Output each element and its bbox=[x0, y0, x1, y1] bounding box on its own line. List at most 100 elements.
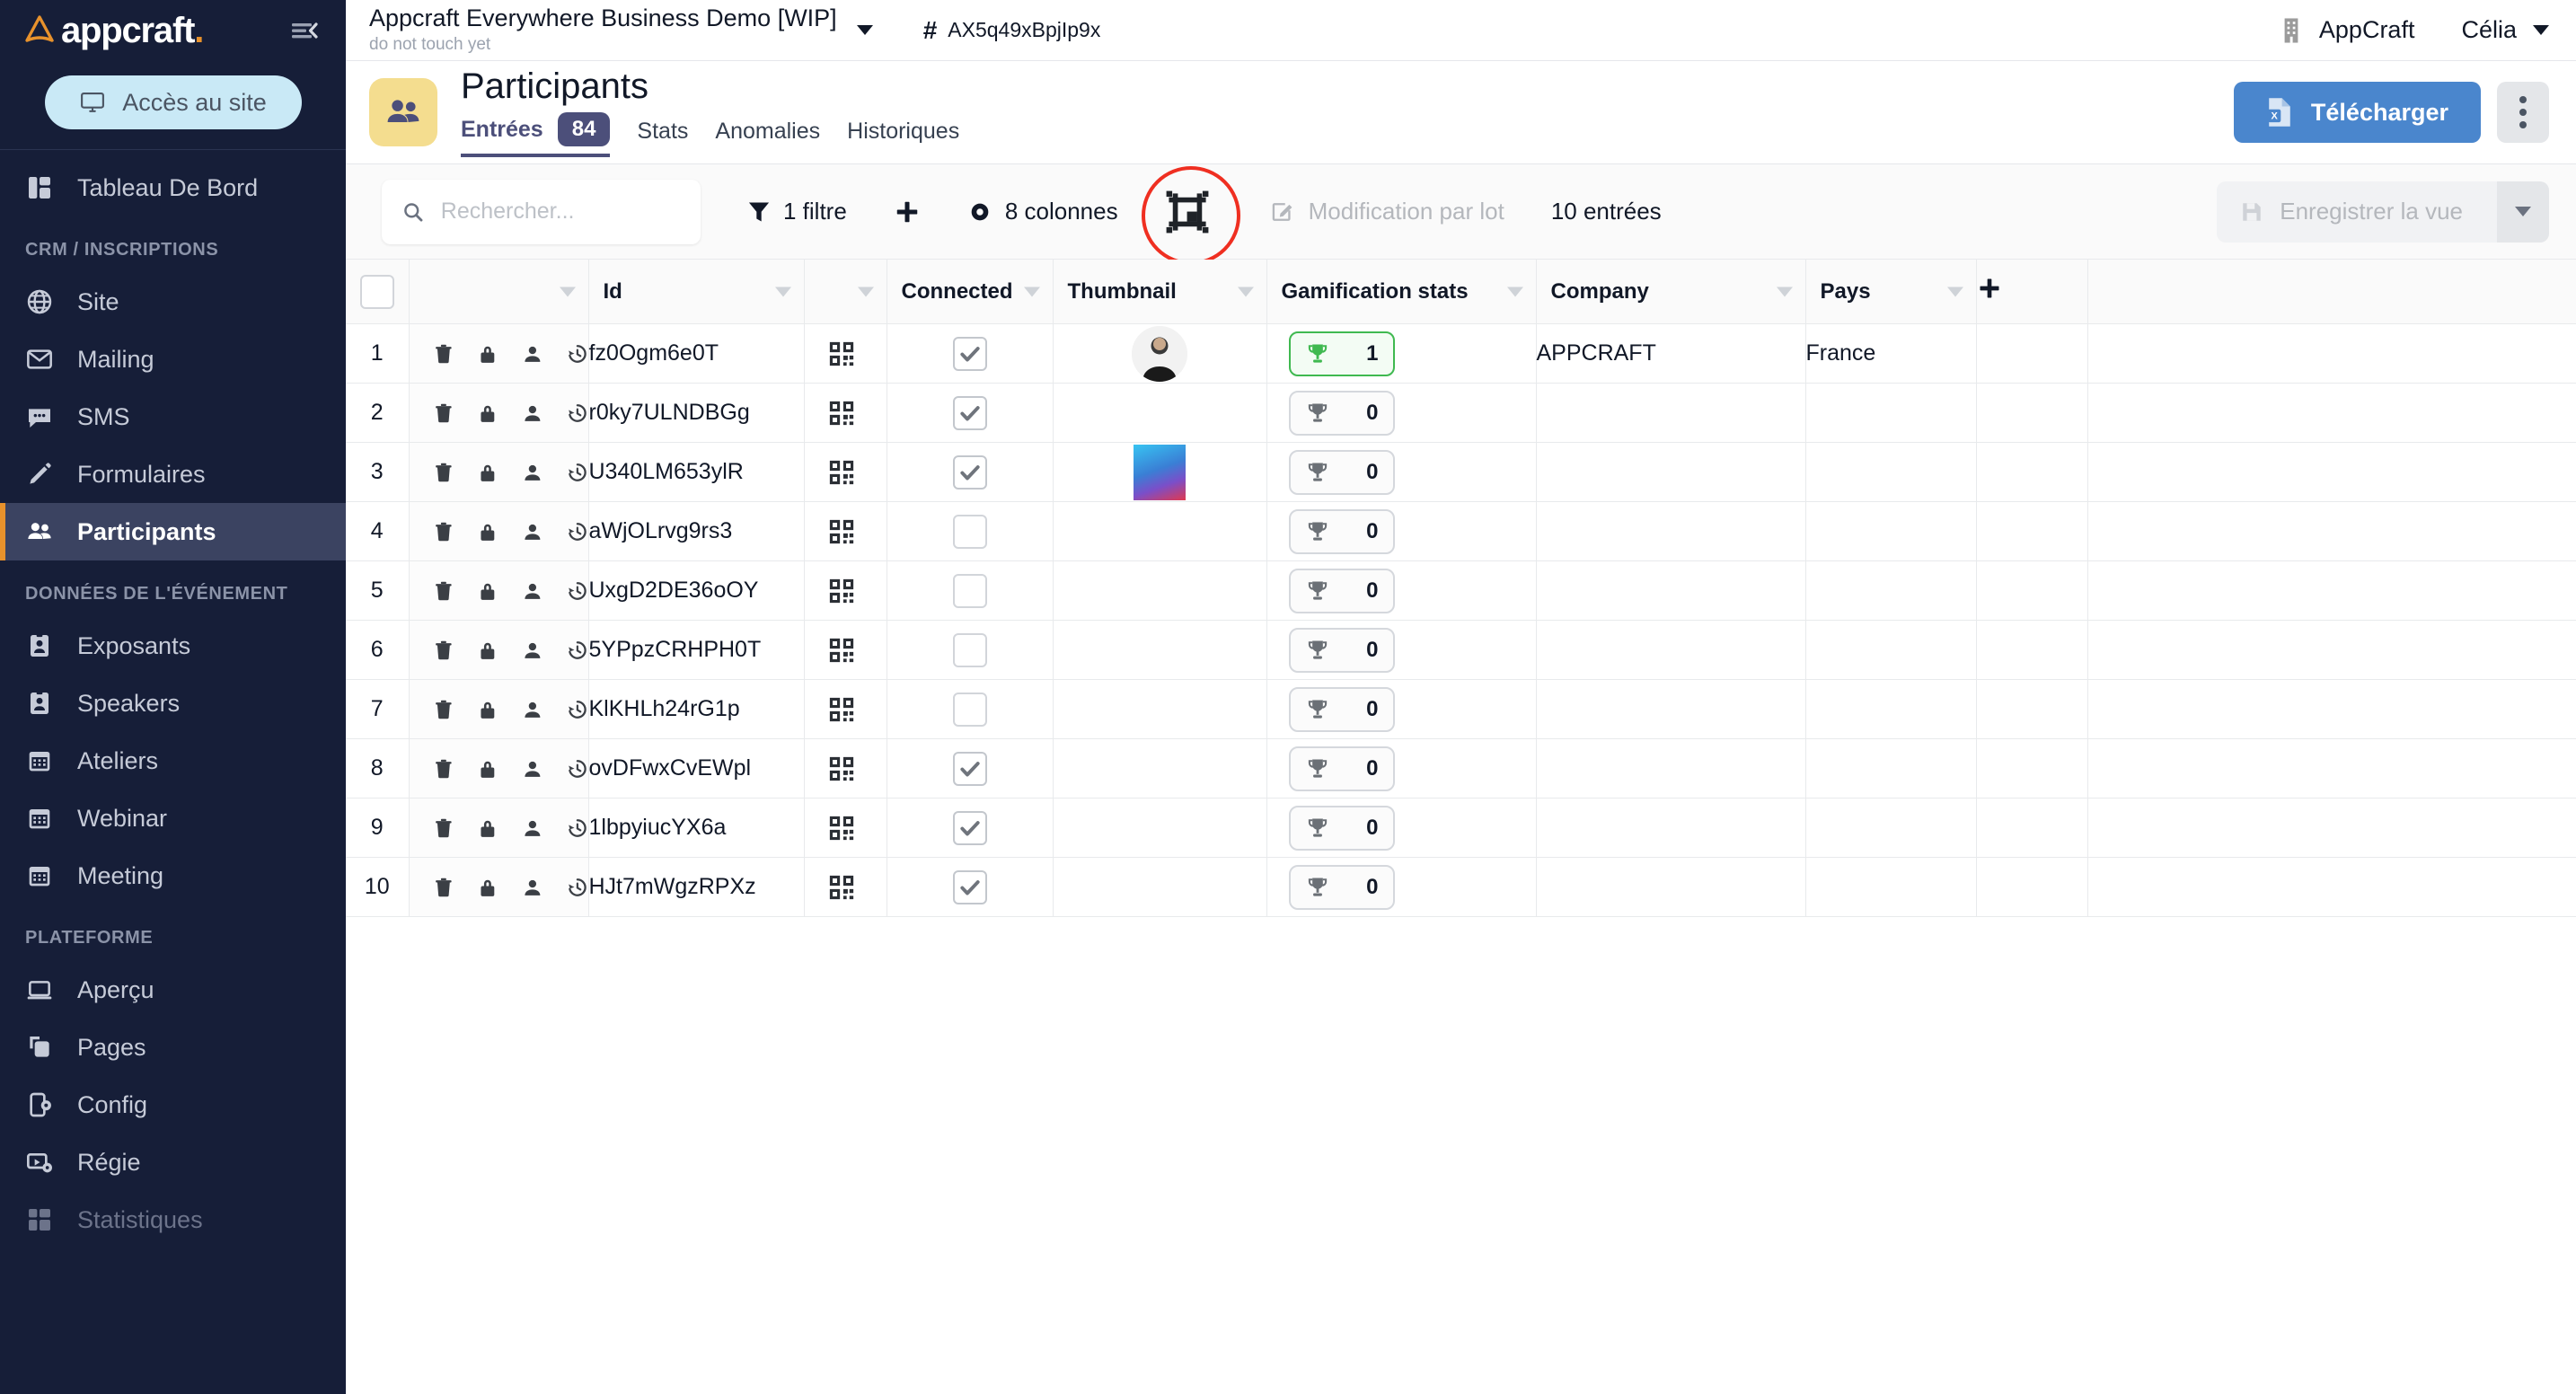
qr-code-icon[interactable] bbox=[828, 874, 855, 901]
trash-icon[interactable] bbox=[433, 518, 454, 545]
access-site-button[interactable]: Accès au site bbox=[45, 75, 302, 129]
cell-gamification[interactable]: 0 bbox=[1266, 384, 1536, 443]
chevron-down-icon[interactable] bbox=[2533, 25, 2549, 35]
chevron-down-icon[interactable] bbox=[775, 287, 791, 296]
sidebar-item-ateliers[interactable]: Ateliers bbox=[0, 732, 346, 790]
sidebar-item-exposants[interactable]: Exposants bbox=[0, 617, 346, 675]
history-icon[interactable] bbox=[567, 518, 588, 545]
header-connected[interactable]: Connected bbox=[887, 260, 1053, 324]
organisation-selector[interactable]: AppCraft bbox=[2278, 16, 2415, 45]
chevron-down-icon[interactable] bbox=[1507, 287, 1523, 296]
lock-icon[interactable] bbox=[477, 637, 498, 664]
cell-qr[interactable] bbox=[804, 502, 887, 561]
cell-connected[interactable] bbox=[887, 798, 1053, 858]
trash-icon[interactable] bbox=[433, 459, 454, 486]
sidebar-item-webinar[interactable]: Webinar bbox=[0, 790, 346, 847]
connected-checkbox[interactable] bbox=[953, 455, 987, 490]
gamification-badge[interactable]: 0 bbox=[1289, 450, 1395, 495]
table-row[interactable]: 5UxgD2DE36oOY0 bbox=[346, 561, 2576, 621]
sidebar-item-dashboard[interactable]: Tableau De Bord bbox=[0, 159, 346, 216]
collapse-sidebar-icon[interactable] bbox=[288, 13, 322, 48]
history-icon[interactable] bbox=[567, 340, 588, 367]
chevron-down-icon[interactable] bbox=[1777, 287, 1793, 296]
lock-icon[interactable] bbox=[477, 340, 498, 367]
history-icon[interactable] bbox=[567, 578, 588, 604]
sidebar-item-sms[interactable]: SMS bbox=[0, 388, 346, 446]
crop-tool-button[interactable] bbox=[1161, 186, 1213, 238]
qr-code-icon[interactable] bbox=[828, 755, 855, 782]
cell-connected[interactable] bbox=[887, 384, 1053, 443]
chevron-down-icon[interactable] bbox=[858, 287, 874, 296]
gamification-badge[interactable]: 1 bbox=[1289, 331, 1395, 376]
cell-connected[interactable] bbox=[887, 561, 1053, 621]
table-row[interactable]: 2r0ky7ULNDBGg0 bbox=[346, 384, 2576, 443]
qr-code-icon[interactable] bbox=[828, 459, 855, 486]
chevron-down-icon[interactable] bbox=[1238, 287, 1254, 296]
sidebar-item-pages[interactable]: Pages bbox=[0, 1019, 346, 1076]
lock-icon[interactable] bbox=[477, 578, 498, 604]
gamification-badge[interactable]: 0 bbox=[1289, 628, 1395, 673]
cell-connected[interactable] bbox=[887, 739, 1053, 798]
gamification-badge[interactable]: 0 bbox=[1289, 687, 1395, 732]
sidebar-item-speakers[interactable]: Speakers bbox=[0, 675, 346, 732]
connected-checkbox[interactable] bbox=[953, 574, 987, 608]
user-icon[interactable] bbox=[522, 815, 543, 842]
lock-icon[interactable] bbox=[477, 696, 498, 723]
qr-code-icon[interactable] bbox=[828, 637, 855, 664]
cell-qr[interactable] bbox=[804, 739, 887, 798]
table-row[interactable]: 65YPpzCRHPH0T0 bbox=[346, 621, 2576, 680]
cell-qr[interactable] bbox=[804, 858, 887, 917]
header-thumbnail[interactable]: Thumbnail bbox=[1053, 260, 1266, 324]
user-menu[interactable]: Célia bbox=[2461, 16, 2549, 44]
connected-checkbox[interactable] bbox=[953, 811, 987, 845]
table-row[interactable]: 8ovDFwxCvEWpl0 bbox=[346, 739, 2576, 798]
tab-entrees[interactable]: Entrées 84 bbox=[461, 112, 610, 157]
trash-icon[interactable] bbox=[433, 874, 454, 901]
table-row[interactable]: 91lbpyiucYX6a0 bbox=[346, 798, 2576, 858]
select-all-checkbox[interactable] bbox=[360, 275, 394, 309]
trash-icon[interactable] bbox=[433, 815, 454, 842]
tab-anomalies[interactable]: Anomalies bbox=[715, 119, 820, 152]
trash-icon[interactable] bbox=[433, 340, 454, 367]
gamification-badge[interactable]: 0 bbox=[1289, 391, 1395, 436]
cell-connected[interactable] bbox=[887, 858, 1053, 917]
table-row[interactable]: 4aWjOLrvg9rs30 bbox=[346, 502, 2576, 561]
cell-qr[interactable] bbox=[804, 443, 887, 502]
gamification-badge[interactable]: 0 bbox=[1289, 865, 1395, 910]
qr-code-icon[interactable] bbox=[828, 815, 855, 842]
trash-icon[interactable] bbox=[433, 637, 454, 664]
sidebar-item-formulaires[interactable]: Formulaires bbox=[0, 446, 346, 503]
table-row[interactable]: 7KlKHLh24rG1p0 bbox=[346, 680, 2576, 739]
chevron-down-icon[interactable] bbox=[560, 287, 576, 296]
chevron-down-icon[interactable] bbox=[1024, 287, 1040, 296]
filter-button[interactable]: 1 filtre bbox=[747, 198, 847, 225]
trash-icon[interactable] bbox=[433, 696, 454, 723]
cell-gamification[interactable]: 0 bbox=[1266, 443, 1536, 502]
cell-gamification[interactable]: 0 bbox=[1266, 561, 1536, 621]
lock-icon[interactable] bbox=[477, 815, 498, 842]
user-icon[interactable] bbox=[522, 755, 543, 782]
connected-checkbox[interactable] bbox=[953, 693, 987, 727]
table-row[interactable]: 1fz0Ogm6e0T1APPCRAFTFrance bbox=[346, 324, 2576, 384]
save-view-button[interactable]: Enregistrer la vue bbox=[2217, 181, 2549, 243]
bulk-edit-button[interactable]: Modification par lot bbox=[1271, 198, 1504, 225]
header-add-column[interactable] bbox=[1976, 260, 2087, 324]
user-icon[interactable] bbox=[522, 874, 543, 901]
cell-gamification[interactable]: 0 bbox=[1266, 798, 1536, 858]
sidebar-item-participants[interactable]: Participants bbox=[0, 503, 346, 560]
chevron-down-icon[interactable] bbox=[857, 25, 873, 35]
download-button[interactable]: X Télécharger bbox=[2234, 82, 2481, 143]
tab-stats[interactable]: Stats bbox=[637, 119, 688, 152]
sidebar-item-config[interactable]: Config bbox=[0, 1076, 346, 1134]
user-icon[interactable] bbox=[522, 518, 543, 545]
save-view-dropdown[interactable] bbox=[2497, 181, 2549, 243]
gamification-badge[interactable]: 0 bbox=[1289, 806, 1395, 851]
search-box[interactable] bbox=[382, 180, 701, 244]
history-icon[interactable] bbox=[567, 696, 588, 723]
cell-gamification[interactable]: 0 bbox=[1266, 502, 1536, 561]
cell-gamification[interactable]: 0 bbox=[1266, 739, 1536, 798]
cell-qr[interactable] bbox=[804, 324, 887, 384]
qr-code-icon[interactable] bbox=[828, 578, 855, 604]
history-icon[interactable] bbox=[567, 755, 588, 782]
columns-button[interactable]: 8 colonnes bbox=[967, 198, 1118, 225]
